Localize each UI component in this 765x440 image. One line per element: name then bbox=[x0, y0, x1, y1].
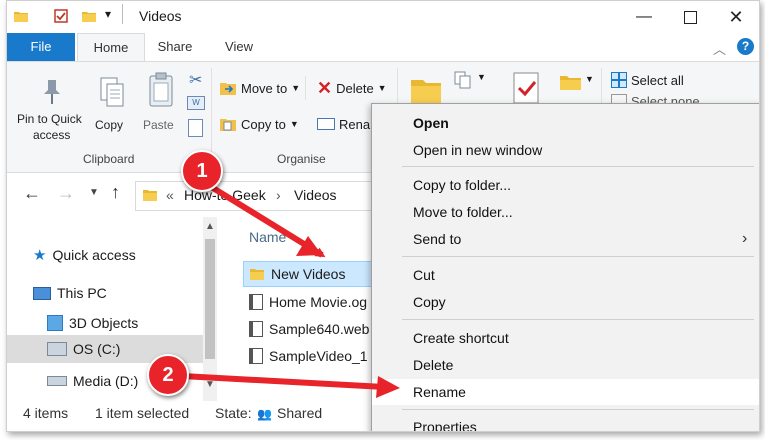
callout-badge-2: 2 bbox=[147, 354, 189, 396]
arrow-2-head bbox=[376, 376, 400, 398]
callout-badge-1: 1 bbox=[181, 150, 223, 192]
arrow-2 bbox=[181, 373, 385, 390]
callout-arrows bbox=[181, 177, 400, 398]
